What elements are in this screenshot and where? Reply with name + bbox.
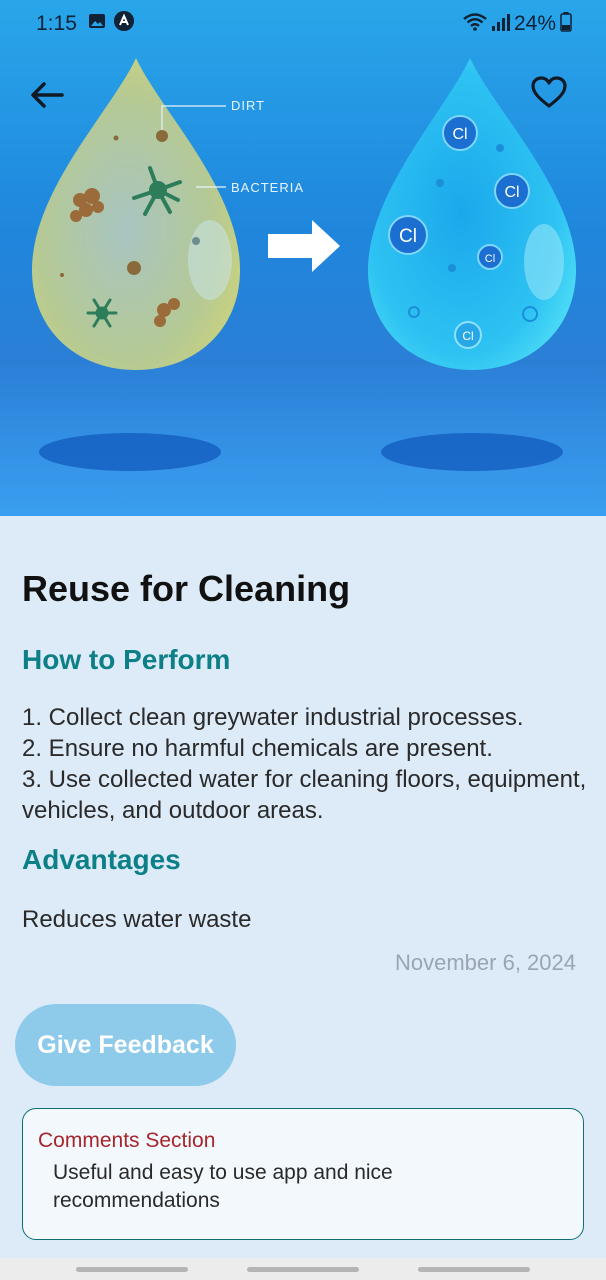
steps-list: 1. Collect clean greywater industrial pr… [22,702,592,826]
dirty-drop-shadow [39,433,221,471]
battery-icon [560,12,572,32]
page-title: Reuse for Cleaning [22,568,351,609]
comments-section: Comments Section Useful and easy to use … [22,1108,584,1240]
battery-percent: 24% [514,12,557,35]
clean-drop-shadow [381,433,563,471]
nav-recents-handle[interactable] [76,1267,188,1272]
status-time: 1:15 [36,12,77,35]
signal-icon [492,14,510,31]
comment-text: Useful and easy to use app and nice reco… [53,1161,393,1212]
chlorine-label: Cl [399,226,417,247]
wifi-icon [463,13,487,31]
step-item: 1. Collect clean greywater industrial pr… [22,704,524,731]
nav-back-handle[interactable] [418,1267,530,1272]
publish-date: November 6, 2024 [395,950,576,975]
chlorine-label: Cl [504,184,519,201]
chlorine-label: Cl [452,126,467,143]
chlorine-label: Cl [462,329,473,343]
photo-icon [89,14,105,28]
step-item: 3. Use collected water for cleaning floo… [22,766,587,824]
dirt-label: DIRT [231,98,265,113]
chlorine-label: Cl [485,253,495,265]
step-item: 2. Ensure no harmful chemicals are prese… [22,735,493,762]
status-bar: 1:15 24% [0,0,606,46]
water-purification-illustration: DIRT BACTERIA Cl Cl Cl Cl Cl [32,58,576,471]
system-nav-bar [0,1258,606,1280]
nav-home-handle[interactable] [247,1267,359,1272]
arrow-icon [268,220,340,272]
comments-title: Comments Section [38,1129,216,1152]
hero-image: 1:15 24% DIRT BACTERIA Cl Cl Cl Cl Cl [0,0,606,516]
give-feedback-button[interactable]: Give Feedback [15,1004,236,1086]
article-content: Reuse for Cleaning How to Perform 1. Col… [0,516,606,1258]
advantage-text: Reduces water waste [22,906,252,933]
bacteria-label: BACTERIA [231,180,304,195]
how-to-perform-heading: How to Perform [22,644,231,675]
heart-icon[interactable] [528,72,570,114]
a-badge-icon [114,11,134,31]
back-arrow-icon[interactable] [26,74,68,116]
advantages-heading: Advantages [22,844,181,875]
give-feedback-label: Give Feedback [37,1030,214,1059]
